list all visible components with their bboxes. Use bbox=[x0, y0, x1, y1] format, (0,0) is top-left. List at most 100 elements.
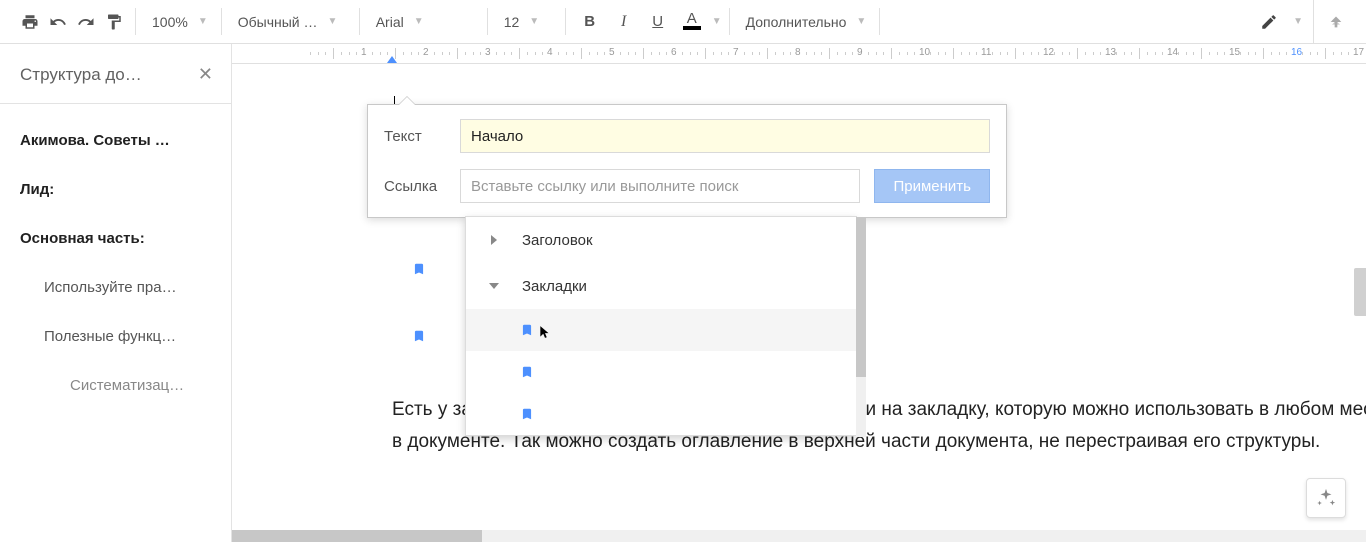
link-label: Ссылка bbox=[384, 178, 446, 195]
ruler-number: 2 bbox=[423, 47, 429, 58]
explore-button[interactable] bbox=[1306, 478, 1346, 518]
toolbar-actions bbox=[8, 0, 136, 43]
bold-button[interactable]: B bbox=[576, 8, 604, 36]
bookmarks-group[interactable]: Закладки bbox=[466, 263, 856, 309]
outline-item[interactable]: Лид: bbox=[0, 171, 231, 208]
sidebar-title: Структура до… bbox=[20, 65, 142, 85]
font-value: Arial bbox=[376, 14, 404, 30]
underline-button[interactable]: U bbox=[644, 8, 672, 36]
caret-down-icon: ▼ bbox=[856, 16, 866, 27]
format-section: B I U A ▼ bbox=[568, 0, 730, 43]
more-section: Дополнительно ▼ bbox=[732, 0, 881, 43]
ruler-number: 3 bbox=[485, 47, 491, 58]
ruler-number: 16 bbox=[1291, 47, 1302, 58]
print-button[interactable] bbox=[16, 8, 44, 36]
link-url-input[interactable] bbox=[460, 169, 860, 203]
chevron-right-icon bbox=[491, 235, 497, 245]
dialog-text-row: Текст bbox=[368, 105, 1006, 161]
dialog-link-row: Ссылка Применить bbox=[368, 161, 1006, 217]
page-scroll-indicator[interactable] bbox=[1354, 268, 1366, 316]
toolbar: 100% ▼ Обычный … ▼ Arial ▼ 12 ▼ B I U A … bbox=[0, 0, 1366, 44]
ruler-number: 9 bbox=[857, 47, 863, 58]
more-label: Дополнительно bbox=[746, 14, 847, 30]
caret-down-icon: ▼ bbox=[198, 16, 208, 27]
outline-item[interactable]: Полезные функц… bbox=[0, 318, 231, 355]
size-dropdown[interactable]: 12 ▼ bbox=[498, 10, 558, 34]
link-text-input[interactable] bbox=[460, 119, 990, 153]
bookmark-option[interactable] bbox=[466, 309, 856, 351]
ruler-number: 10 bbox=[919, 47, 930, 58]
italic-button[interactable]: I bbox=[610, 8, 638, 36]
headings-label: Заголовок bbox=[522, 232, 593, 249]
ruler-number: 5 bbox=[609, 47, 615, 58]
size-value: 12 bbox=[504, 14, 520, 30]
dropdown-scrollbar[interactable] bbox=[856, 217, 866, 437]
content-area: 1234567891011121314151617 Есть у закладо… bbox=[232, 44, 1366, 542]
bookmark-icon[interactable] bbox=[412, 327, 426, 345]
zoom-value: 100% bbox=[152, 14, 188, 30]
ruler-number: 7 bbox=[733, 47, 739, 58]
bookmarks-label: Закладки bbox=[522, 278, 587, 295]
apply-button[interactable]: Применить bbox=[874, 169, 990, 203]
text-label: Текст bbox=[384, 128, 446, 145]
bookmark-option[interactable] bbox=[466, 393, 856, 435]
outline-item[interactable]: Систематизац… bbox=[0, 367, 231, 404]
bookmark-option[interactable] bbox=[466, 351, 856, 393]
text-color-bar bbox=[683, 26, 701, 30]
font-dropdown[interactable]: Arial ▼ bbox=[370, 10, 480, 34]
paint-format-button[interactable] bbox=[100, 8, 128, 36]
ruler-number: 13 bbox=[1105, 47, 1116, 58]
style-section: Обычный … ▼ bbox=[224, 0, 360, 43]
ruler-number: 4 bbox=[547, 47, 553, 58]
size-section: 12 ▼ bbox=[490, 0, 566, 43]
hide-section bbox=[1313, 0, 1358, 43]
style-value: Обычный … bbox=[238, 14, 318, 30]
zoom-dropdown[interactable]: 100% ▼ bbox=[146, 10, 214, 34]
indent-marker-icon[interactable] bbox=[387, 56, 397, 63]
more-dropdown[interactable]: Дополнительно ▼ bbox=[740, 10, 873, 34]
caret-down-icon[interactable]: ▼ bbox=[712, 16, 722, 27]
ruler-number: 12 bbox=[1043, 47, 1054, 58]
headings-group[interactable]: Заголовок bbox=[466, 217, 856, 263]
hide-menus-button[interactable] bbox=[1322, 8, 1350, 36]
cursor-icon bbox=[538, 323, 552, 341]
mode-section: ▼ bbox=[1247, 0, 1311, 43]
ruler-number: 14 bbox=[1167, 47, 1178, 58]
caret-down-icon: ▼ bbox=[414, 16, 424, 27]
bookmark-icon[interactable] bbox=[412, 260, 426, 278]
scrollbar-thumb[interactable] bbox=[856, 217, 866, 377]
ruler-number: 1 bbox=[361, 47, 367, 58]
ruler-number: 17 bbox=[1353, 47, 1364, 58]
undo-button[interactable] bbox=[44, 8, 72, 36]
text-color-a: A bbox=[687, 13, 697, 25]
outline-item[interactable]: Основная часть: bbox=[0, 220, 231, 257]
link-suggestions-dropdown: Заголовок Закладки bbox=[465, 216, 857, 436]
bookmark-icon bbox=[520, 363, 534, 381]
explore-icon bbox=[1315, 487, 1337, 509]
outline-item[interactable]: Используйте пра… bbox=[0, 269, 231, 306]
horizontal-scrollbar[interactable] bbox=[232, 530, 1366, 542]
caret-down-icon: ▼ bbox=[328, 16, 338, 27]
sidebar-header: Структура до… ✕ bbox=[0, 64, 231, 104]
ruler-number: 11 bbox=[981, 47, 991, 58]
bookmark-icon bbox=[520, 405, 534, 423]
ruler-number: 6 bbox=[671, 47, 677, 58]
chevron-down-icon bbox=[489, 283, 499, 289]
main-area: Структура до… ✕ Акимова. Советы … Лид: О… bbox=[0, 44, 1366, 542]
zoom-section: 100% ▼ bbox=[138, 0, 222, 43]
outline-sidebar: Структура до… ✕ Акимова. Советы … Лид: О… bbox=[0, 44, 232, 542]
editing-mode-button[interactable] bbox=[1255, 8, 1283, 36]
caret-down-icon: ▼ bbox=[529, 16, 539, 27]
ruler-number: 8 bbox=[795, 47, 801, 58]
ruler-number: 15 bbox=[1229, 47, 1240, 58]
outline-item[interactable]: Акимова. Советы … bbox=[0, 122, 231, 159]
bookmark-icon bbox=[520, 321, 534, 339]
close-sidebar-button[interactable]: ✕ bbox=[198, 64, 213, 85]
ruler[interactable]: 1234567891011121314151617 bbox=[232, 44, 1366, 64]
caret-down-icon[interactable]: ▼ bbox=[1293, 16, 1303, 27]
insert-link-dialog: Текст Ссылка Применить bbox=[367, 104, 1007, 218]
style-dropdown[interactable]: Обычный … ▼ bbox=[232, 10, 352, 34]
scrollbar-thumb[interactable] bbox=[232, 530, 482, 542]
redo-button[interactable] bbox=[72, 8, 100, 36]
text-color-button[interactable]: A bbox=[678, 8, 706, 36]
